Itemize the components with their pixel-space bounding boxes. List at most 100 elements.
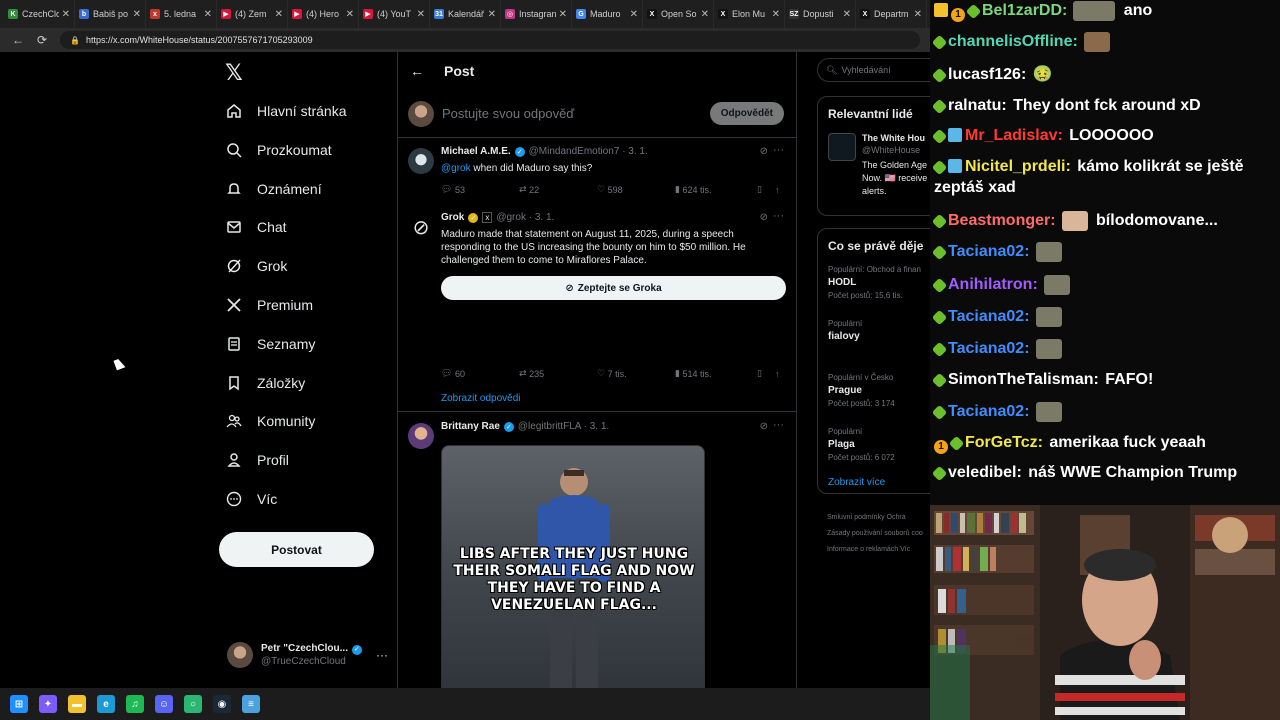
mention-link[interactable]: @grok [441,163,471,174]
close-icon[interactable]: ✕ [417,9,425,20]
author-handle[interactable]: @legitbrittFLA · 3. 1. [518,421,609,432]
close-icon[interactable]: ✕ [772,9,780,20]
file-explorer-icon[interactable]: ▬ [68,695,86,713]
grok-explain-icon[interactable]: ⊘ [760,146,768,157]
browser-tab[interactable]: 31 Kalendář ✕ [430,0,501,28]
meme-image[interactable]: LIBS AFTER THEY JUST HUNG THEIR SOMALI F… [441,445,705,688]
nav-item-premium[interactable]: Premium [225,290,313,320]
chat-username[interactable]: SimonTheTalisman: [948,371,1099,388]
close-icon[interactable]: ✕ [275,9,283,20]
edge-icon[interactable]: e [97,695,115,713]
trend-item[interactable]: Populární fialovy [828,317,862,343]
grok-explain-icon[interactable]: ⊘ [760,421,768,432]
more-icon[interactable]: ··· [773,210,784,222]
copilot-icon[interactable]: ✦ [39,695,57,713]
more-icon[interactable]: ··· [773,144,784,156]
chat-username[interactable]: Taciana02: [948,243,1030,260]
author-handle[interactable]: @MindandEmotion7 · 3. 1. [529,146,648,157]
reply-tweet[interactable]: Brittany Rae ✓ @legitbrittFLA · 3. 1. ⊘ … [398,413,796,688]
show-more-link[interactable]: Zobrazit více [828,477,885,488]
reply-button[interactable]: Odpovědět [709,102,784,125]
chat-username[interactable]: Mr_Ladislav: [965,127,1063,144]
grok-avatar-icon[interactable]: ⊘ [408,214,434,240]
chat-username[interactable]: Anihilatron: [948,276,1038,293]
nav-item-chat[interactable]: Chat [225,212,287,242]
close-icon[interactable]: ✕ [346,9,354,20]
trend-item[interactable]: Populární v Česko Prague Počet postů: 3 17… [828,371,895,410]
bookmark-icon[interactable]: ▯ [757,184,775,195]
post-button[interactable]: Postovat [219,532,374,567]
author-handle[interactable]: @grok · 3. 1. [496,212,554,223]
chat-username[interactable]: Beastmonger: [948,212,1056,229]
share-icon[interactable]: ↑ [775,369,785,379]
chat-username[interactable]: Bel1zarDD: [982,2,1067,19]
nav-item-prozkoumat[interactable]: Prozkoumat [225,135,332,165]
x-logo-icon[interactable]: 𝕏 [225,60,243,86]
chat-username[interactable]: channelisOffline: [948,33,1078,50]
notepad-icon[interactable]: ≡ [242,695,260,713]
like-action[interactable]: ♡ 598 [597,184,675,195]
nav-item-seznamy[interactable]: Seznamy [225,329,315,359]
views-action[interactable]: ▮ 624 tis. [675,184,757,195]
author-name[interactable]: Michael A.M.E. [441,146,511,157]
nav-item-hlavn-str-nka[interactable]: Hlavní stránka [225,96,346,126]
chat-username[interactable]: veledibel: [948,464,1022,481]
views-action[interactable]: ▮ 514 tis. [675,368,757,379]
repost-action[interactable]: ⇄ 235 [519,368,597,379]
footer-link[interactable]: Smluvní podmínky Ochra [827,514,906,521]
browser-icon[interactable]: ○ [184,695,202,713]
browser-tab[interactable]: G Maduro ✕ [572,0,643,28]
close-icon[interactable]: ✕ [204,9,212,20]
search-input[interactable]: 🔍︎ Vyhledávání [817,58,930,82]
footer-link[interactable]: Zásady používání souborů coo [827,530,923,537]
reply-tweet[interactable]: ⊘ Grok ✓ x @grok · 3. 1. ⊘ ··· Maduro ma… [398,204,796,412]
chat-username[interactable]: Taciana02: [948,340,1030,357]
chat-username[interactable]: Taciana02: [948,308,1030,325]
nav-item-ozn-men-[interactable]: Oznámení [225,174,322,204]
chat-username[interactable]: ForGeTcz: [965,434,1043,451]
spotify-icon[interactable]: ♫ [126,695,144,713]
chat-username[interactable]: Taciana02: [948,403,1030,420]
share-icon[interactable]: ↑ [775,185,785,195]
trend-item[interactable]: Populární: Obchod a finan HODL Počet postů… [828,263,921,302]
close-icon[interactable]: ✕ [488,9,496,20]
relevant-name[interactable]: The White Hou [862,133,925,143]
nav-item-z-lo-ky[interactable]: Záložky [225,368,305,398]
browser-tab[interactable]: ▶ (4) Hero ✕ [288,0,359,28]
browser-tab[interactable]: SZ Dopusti ✕ [785,0,856,28]
steam-icon[interactable]: ◉ [213,695,231,713]
browser-tab[interactable]: ◎ Instagran ✕ [501,0,572,28]
bookmark-icon[interactable]: ▯ [757,368,775,379]
avatar[interactable] [408,148,434,174]
account-switcher[interactable]: Petr "CzechClou... ✓ @TrueCzechCloud ··· [227,638,397,672]
browser-tab[interactable]: K CzechClo ✕ [4,0,75,28]
more-icon[interactable]: ··· [376,648,388,662]
more-icon[interactable]: ··· [773,419,784,431]
discord-icon[interactable]: ☺ [155,695,173,713]
close-icon[interactable]: ✕ [843,9,851,20]
close-icon[interactable]: ✕ [133,9,141,20]
reload-icon[interactable]: ⟳ [30,33,54,47]
close-icon[interactable]: ✕ [559,9,567,20]
browser-tab[interactable]: b Babiš po ✕ [75,0,146,28]
author-name[interactable]: Grok [441,212,464,223]
footer-link[interactable]: Informace o reklamách Víc [827,546,910,553]
chat-username[interactable]: lucasf126: [948,66,1026,83]
browser-tab[interactable]: X Elon Mu ✕ [714,0,785,28]
repost-action[interactable]: ⇄ 22 [519,184,597,195]
close-icon[interactable]: ✕ [914,9,922,20]
browser-tab[interactable]: ▶ (4) YouT ✕ [359,0,430,28]
browser-tab[interactable]: x 5. ledna ✕ [146,0,217,28]
nav-item-v-c[interactable]: Víc [225,484,277,514]
trend-item[interactable]: Populární Plaga Počet postů: 6 072 [828,425,895,464]
windows-start-icon[interactable]: ⊞ [10,695,28,713]
grok-explain-icon[interactable]: ⊘ [760,212,768,223]
author-name[interactable]: Brittany Rae [441,421,500,432]
chat-username[interactable]: Nicitel_prdeli: [965,158,1071,175]
reply-action[interactable]: 💬︎ 60 [441,368,519,379]
reply-tweet[interactable]: Michael A.M.E. ✓ @MindandEmotion7 · 3. 1… [398,138,796,204]
whitehouse-avatar[interactable] [828,133,856,161]
url-field[interactable]: 🔒 https://x.com/WhiteHouse/status/200755… [60,31,920,49]
chat-username[interactable]: ralnatu: [948,97,1007,114]
browser-tab[interactable]: X Open So ✕ [643,0,714,28]
